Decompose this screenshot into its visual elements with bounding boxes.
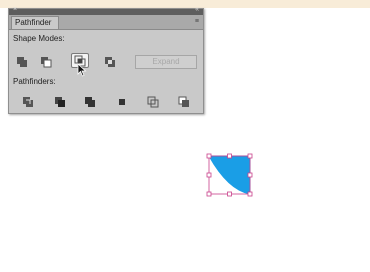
unite-button[interactable] <box>13 54 31 69</box>
top-strip <box>0 0 370 8</box>
resize-handle[interactable] <box>227 153 232 159</box>
crop-button[interactable] <box>113 94 131 109</box>
resize-handle[interactable] <box>206 153 212 159</box>
tab-pathfinder[interactable]: Pathfinder <box>11 16 59 29</box>
pathfinder-panel: × « Pathfinder ≡ Shape Modes: Expand Pat… <box>8 6 204 114</box>
minus-back-icon <box>178 96 189 107</box>
resize-handle[interactable] <box>247 172 253 178</box>
unite-icon <box>17 56 27 67</box>
resize-handle[interactable] <box>247 191 253 197</box>
crop-icon <box>119 98 125 105</box>
exclude-button[interactable] <box>101 54 119 69</box>
minus-front-icon <box>41 56 52 67</box>
resize-handle[interactable] <box>247 153 253 159</box>
intersected-shape[interactable] <box>208 155 251 195</box>
panel-tab-bar: Pathfinder ≡ <box>9 15 203 30</box>
trim-button[interactable] <box>51 94 69 109</box>
shape-modes-label: Shape Modes: <box>13 34 65 43</box>
trim-icon <box>55 96 65 107</box>
collapse-panel-icon[interactable]: « <box>195 6 199 13</box>
expand-button[interactable]: Expand <box>135 55 197 69</box>
selected-shape[interactable] <box>200 150 260 200</box>
resize-handle[interactable] <box>206 191 212 197</box>
outline-button[interactable] <box>144 94 162 109</box>
resize-handle[interactable] <box>227 191 232 197</box>
pathfinders-label: Pathfinders: <box>13 77 56 86</box>
minus-back-button[interactable] <box>175 94 193 109</box>
outline-icon <box>147 96 159 107</box>
panel-menu-icon[interactable]: ≡ <box>195 18 199 25</box>
mouse-pointer-icon <box>77 63 87 77</box>
exclude-icon <box>105 56 115 67</box>
divide-icon <box>23 96 33 107</box>
divide-button[interactable] <box>19 94 37 109</box>
merge-icon <box>85 96 95 107</box>
minus-front-button[interactable] <box>37 54 55 69</box>
resize-handle[interactable] <box>206 172 212 178</box>
merge-button[interactable] <box>81 94 99 109</box>
close-panel-icon[interactable]: × <box>13 6 17 13</box>
